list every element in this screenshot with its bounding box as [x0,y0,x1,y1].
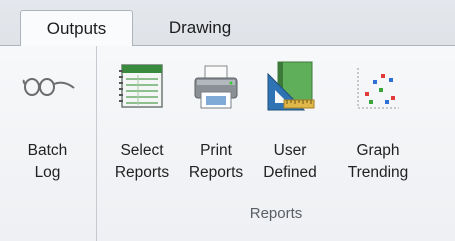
tab-drawing[interactable]: Drawing [150,10,250,46]
batch-log-button[interactable]: Batch Log [0,46,95,204]
user-defined-label-2: Defined [263,164,317,181]
ribbon-tab-strip: Outputs Drawing [0,0,455,47]
print-reports-button[interactable]: Print Reports [180,46,252,204]
print-reports-label-1: Print [200,142,232,159]
select-reports-label-2: Reports [114,164,170,181]
select-reports-label-1: Select [120,142,164,159]
report-sheet-icon [118,62,166,115]
select-reports-button[interactable]: Select Reports [106,46,178,204]
printer-icon [191,64,241,115]
batch-log-label-1: Batch [27,142,68,159]
ruler-book-icon [266,60,316,117]
reports-group-label: Reports [249,205,303,222]
glasses-icon [22,74,78,109]
user-defined-label-1: User [273,142,307,159]
graph-trending-label-2: Trending [347,164,409,181]
graph-trending-button[interactable]: Graph Trending [328,46,428,204]
graph-trending-label-1: Graph [356,142,400,159]
tab-outputs[interactable]: Outputs [20,10,133,47]
batch-log-label-2: Log [34,164,61,181]
scatter-plot-icon [355,66,401,115]
user-defined-button[interactable]: User Defined [254,46,326,204]
print-reports-label-2: Reports [188,164,244,181]
